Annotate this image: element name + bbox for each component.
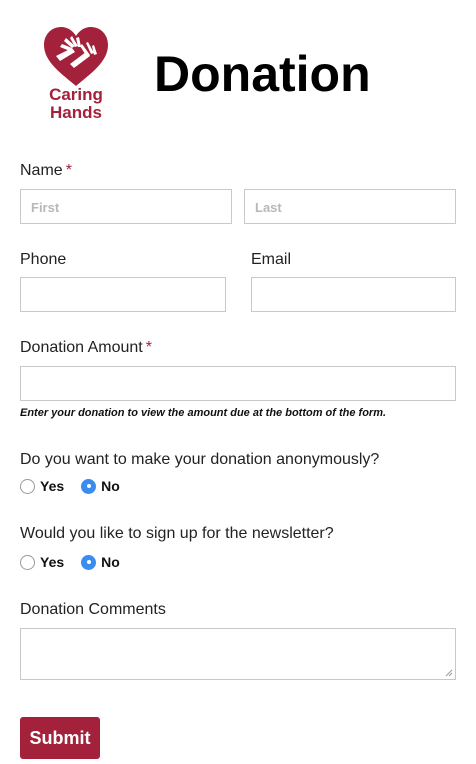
logo-text: Caring Hands (40, 86, 112, 122)
comments-label: Donation Comments (20, 601, 166, 618)
anonymous-no-radio[interactable] (81, 478, 97, 494)
phone-input[interactable] (20, 277, 226, 312)
anonymous-yes-label[interactable]: Yes (40, 478, 64, 494)
heart-hands-icon (44, 27, 108, 86)
donation-amount-label-text: Donation Amount (20, 339, 143, 356)
logo-line-2: Hands (50, 103, 102, 122)
caring-hands-logo: Caring Hands (40, 26, 112, 124)
required-marker: * (65, 162, 72, 179)
logo-line-1: Caring (49, 85, 103, 104)
newsletter-yes-label[interactable]: Yes (40, 554, 64, 570)
anonymous-question: Do you want to make your donation anonym… (20, 451, 380, 468)
required-marker: * (145, 339, 152, 356)
donation-amount-label: Donation Amount * (20, 338, 152, 358)
first-name-input[interactable] (20, 189, 232, 224)
donation-amount-input[interactable] (20, 366, 456, 401)
form-header: Caring Hands Donation (0, 0, 476, 140)
newsletter-question: Would you like to sign up for the newsle… (20, 525, 334, 542)
submit-button[interactable]: Submit (20, 717, 100, 759)
email-label: Email (251, 251, 292, 268)
newsletter-yes-radio[interactable] (20, 554, 35, 570)
name-label: Name * (20, 161, 72, 181)
last-name-input[interactable] (244, 189, 456, 224)
newsletter-radio-group: Yes No (20, 554, 137, 570)
comments-textarea[interactable] (20, 628, 456, 680)
name-label-text: Name (20, 162, 63, 179)
email-input[interactable] (251, 277, 456, 312)
donation-amount-help-text: Enter your donation to view the amount d… (20, 407, 387, 419)
resize-handle-icon[interactable] (445, 669, 453, 677)
anonymous-radio-group: Yes No (20, 478, 137, 494)
newsletter-no-label[interactable]: No (101, 554, 120, 570)
phone-label: Phone (20, 251, 67, 268)
newsletter-no-radio[interactable] (81, 554, 97, 570)
anonymous-no-label[interactable]: No (101, 478, 120, 494)
anonymous-yes-radio[interactable] (20, 478, 35, 494)
page-title: Donation (154, 46, 371, 102)
